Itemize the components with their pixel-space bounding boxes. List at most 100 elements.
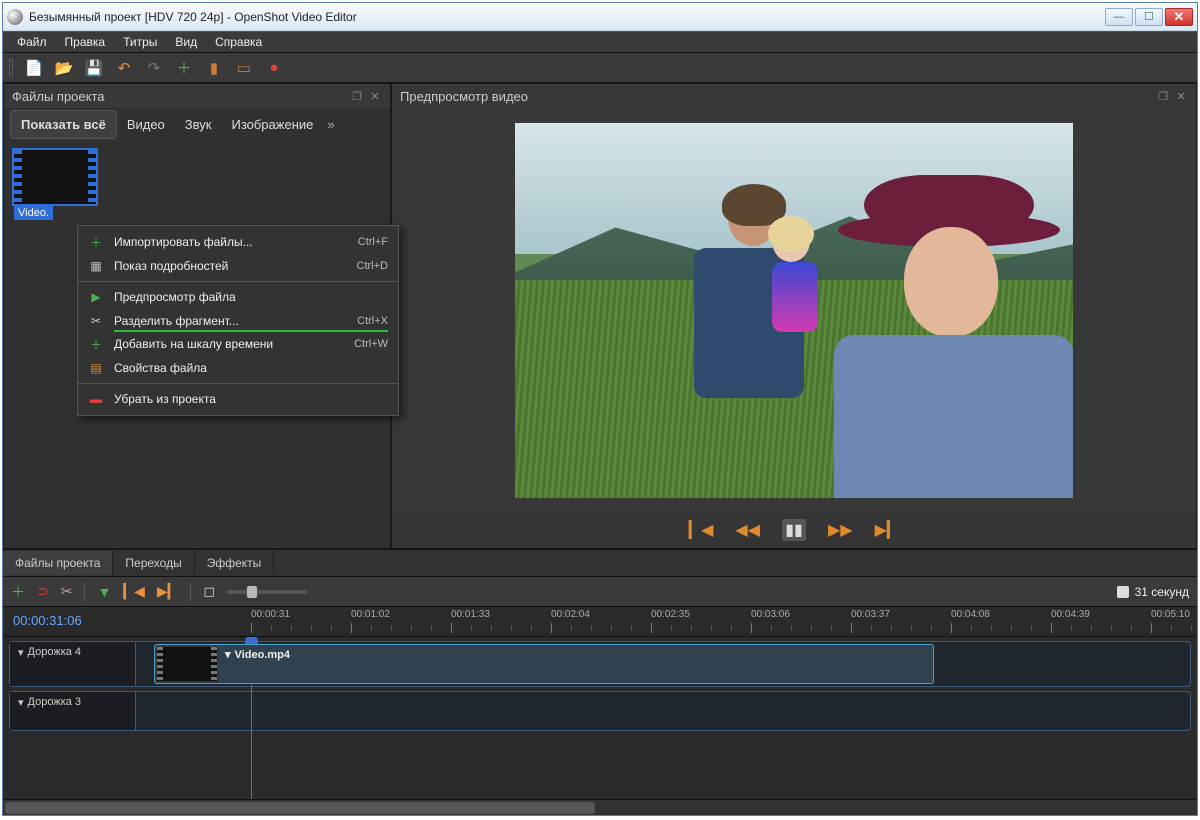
clip-label: Video.mp4 — [235, 649, 290, 661]
pause-button[interactable]: ▮▮ — [782, 519, 806, 541]
panel-float-icon[interactable]: ❐ — [350, 89, 364, 103]
bottom-tabs: Файлы проекта Переходы Эффекты — [3, 549, 1197, 577]
menubar: Файл Правка Титры Вид Справка — [3, 31, 1197, 53]
ctx-icon: ▤ — [88, 361, 104, 375]
new-project-icon[interactable]: 📄 — [25, 59, 43, 77]
jump-start-icon[interactable]: ▎◀ — [689, 520, 714, 540]
zoom-box-icon — [1117, 586, 1129, 598]
filter-audio[interactable]: Звук — [175, 111, 222, 138]
add-marker-icon[interactable]: ▼ — [97, 584, 111, 600]
video-frame — [515, 123, 1073, 498]
ruler-tick: 00:02:35 — [651, 609, 690, 620]
undo-icon[interactable]: ↶ — [115, 59, 133, 77]
close-button[interactable]: ✕ — [1165, 8, 1193, 26]
import-icon[interactable]: ＋ — [175, 59, 193, 77]
tracks-area[interactable]: ▾ Дорожка 4 ▾ Video.mp4 ▾ Дорожка 3 — [3, 637, 1197, 799]
filter-all[interactable]: Показать всё — [10, 110, 117, 139]
filter-image[interactable]: Изображение — [221, 111, 323, 138]
profile-icon[interactable]: ▮ — [205, 59, 223, 77]
ctx-icon: ▶ — [88, 290, 104, 304]
titlebar[interactable]: Безымянный проект [HDV 720 24p] - OpenSh… — [3, 3, 1197, 31]
filter-tabs: Показать всё Видео Звук Изображение » — [4, 108, 390, 140]
window-title: Безымянный проект [HDV 720 24p] - OpenSh… — [29, 10, 1105, 24]
toolbar-grip[interactable] — [9, 59, 13, 77]
project-files-title: Файлы проекта — [12, 89, 105, 104]
tab-effects[interactable]: Эффекты — [195, 551, 275, 575]
preview-panel: Предпросмотр видео ❐ ✕ — [391, 83, 1197, 549]
ctx-label: Свойства файла — [114, 361, 378, 375]
forward-icon[interactable]: ▶▶ — [828, 520, 853, 540]
window-frame: Безымянный проект [HDV 720 24p] - OpenSh… — [2, 2, 1198, 816]
menu-titles[interactable]: Титры — [115, 33, 165, 51]
ctx-shortcut: Ctrl+X — [357, 315, 388, 327]
tab-project-files[interactable]: Файлы проекта — [3, 551, 113, 575]
ruler-tick: 00:01:33 — [451, 609, 490, 620]
open-project-icon[interactable]: 📂 — [55, 59, 73, 77]
track4-label: Дорожка 4 — [28, 646, 82, 658]
ctx-убрать-из-проекта[interactable]: ▬Убрать из проекта — [78, 387, 398, 411]
context-menu: ＋ Импортировать файлы... Ctrl+F ▦ Показ подр… — [77, 225, 399, 416]
ruler-tick: 00:02:04 — [551, 609, 590, 620]
ctx-label: Показ подробностей — [114, 259, 347, 273]
menu-file[interactable]: Файл — [9, 33, 55, 51]
ctx-добавить-на-шкалу-времени[interactable]: ＋Добавить на шкалу времениCtrl+W — [78, 332, 398, 356]
ctx-импортировать-файлы-[interactable]: ＋ Импортировать файлы... Ctrl+F — [78, 230, 398, 254]
preview-float-icon[interactable]: ❐ — [1156, 89, 1170, 103]
app-body: Файл Правка Титры Вид Справка 📄 📂 💾 ↶ ↷ … — [3, 31, 1197, 815]
filter-more-icon[interactable]: » — [323, 111, 338, 138]
track-3[interactable]: ▾ Дорожка 3 — [9, 691, 1191, 731]
ctx-свойства-файла[interactable]: ▤ Свойства файла — [78, 356, 398, 380]
preview-canvas[interactable] — [392, 108, 1196, 512]
save-project-icon[interactable]: 💾 — [85, 59, 103, 77]
track-4[interactable]: ▾ Дорожка 4 ▾ Video.mp4 — [9, 641, 1191, 687]
menu-help[interactable]: Справка — [207, 33, 270, 51]
timeline-clip[interactable]: ▾ Video.mp4 — [154, 644, 934, 684]
center-playhead-icon[interactable]: ◻ — [203, 583, 215, 600]
ctx-label: Разделить фрагмент... — [114, 314, 347, 328]
ctx-shortcut: Ctrl+D — [357, 260, 388, 272]
ctx-icon: ✂ — [88, 314, 104, 328]
panel-close-icon[interactable]: ✕ — [368, 89, 382, 103]
jump-end-icon[interactable]: ▶▎ — [875, 520, 900, 540]
filter-video[interactable]: Видео — [117, 111, 175, 138]
playback-controls: ▎◀ ◀◀ ▮▮ ▶▶ ▶▎ — [392, 512, 1196, 548]
project-clip-thumb[interactable]: Video. — [12, 148, 98, 206]
ctx-label: Импортировать файлы... — [114, 235, 348, 249]
maximize-button[interactable]: ☐ — [1135, 8, 1163, 26]
timeline-toolbar: ＋ ⊃ ✂ ▼ ▎◀ ▶▎ ◻ 31 секунд — [3, 577, 1197, 607]
preview-close-icon[interactable]: ✕ — [1174, 89, 1188, 103]
scrollbar-thumb[interactable] — [5, 802, 595, 814]
chevron-down-icon[interactable]: ▾ — [18, 646, 24, 659]
timeline: ＋ ⊃ ✂ ▼ ▎◀ ▶▎ ◻ 31 секунд 00:00:31:06 00… — [3, 577, 1197, 815]
ruler-tick: 00:00:31 — [251, 609, 290, 620]
prev-marker-icon[interactable]: ▎◀ — [123, 583, 145, 600]
minimize-button[interactable]: — — [1105, 8, 1133, 26]
rewind-icon[interactable]: ◀◀ — [735, 520, 760, 540]
menu-edit[interactable]: Правка — [57, 33, 114, 51]
fullscreen-icon[interactable]: ▭ — [235, 59, 253, 77]
zoom-slider[interactable] — [227, 590, 307, 594]
ctx-shortcut: Ctrl+F — [358, 236, 388, 248]
snap-icon[interactable]: ⊃ — [37, 583, 49, 600]
tab-transitions[interactable]: Переходы — [113, 551, 194, 575]
chevron-down-icon[interactable]: ▾ — [18, 696, 24, 709]
export-icon[interactable]: ● — [265, 59, 283, 77]
track3-label: Дорожка 3 — [28, 696, 82, 708]
timeline-ruler[interactable]: 00:00:31:06 00:00:3100:01:0200:01:3300:0… — [3, 607, 1197, 637]
ctx-icon: ＋ — [88, 234, 104, 251]
next-marker-icon[interactable]: ▶▎ — [157, 583, 179, 600]
add-track-icon[interactable]: ＋ — [11, 582, 25, 602]
redo-icon[interactable]: ↷ — [145, 59, 163, 77]
ctx-label: Предпросмотр файла — [114, 290, 378, 304]
preview-title: Предпросмотр видео — [400, 89, 528, 104]
chevron-down-icon[interactable]: ▾ — [225, 649, 231, 661]
zoom-indicator: 31 секунд — [1117, 585, 1189, 599]
ctx-показ-подробностей[interactable]: ▦ Показ подробностей Ctrl+D — [78, 254, 398, 278]
ctx-icon: ▦ — [88, 259, 104, 273]
timeline-scrollbar[interactable] — [3, 799, 1197, 815]
menu-view[interactable]: Вид — [167, 33, 205, 51]
project-clip-label: Video. — [14, 206, 53, 220]
ctx-label: Добавить на шкалу времени — [114, 337, 344, 351]
razor-icon[interactable]: ✂ — [61, 583, 73, 600]
ctx-предпросмотр-файла[interactable]: ▶ Предпросмотр файла — [78, 285, 398, 309]
